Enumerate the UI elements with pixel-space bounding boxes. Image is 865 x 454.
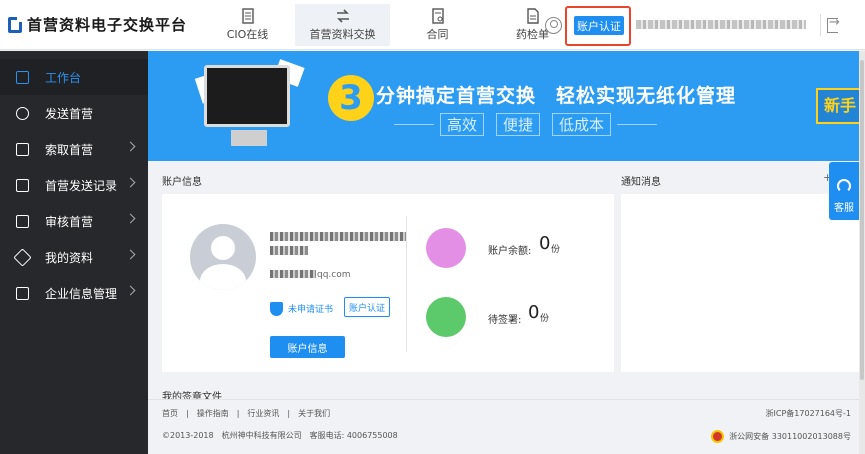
nav-cio-online[interactable]: CIO在线 — [200, 4, 295, 46]
sidebar: 工作台 发送首营 索取首营 首营发送记录 审核首营 我的资料 企业信息管理 — [0, 51, 148, 454]
sidebar-item-send[interactable]: 发送首营 — [0, 95, 148, 131]
sign-document-icon — [426, 297, 466, 337]
banner-tag: 低成本 — [552, 113, 612, 136]
banner-tag: 高效 — [440, 113, 485, 136]
footer-police[interactable]: 浙公网安备 33011002013088号 — [711, 430, 851, 443]
report-icon — [526, 8, 539, 24]
blurred-company-name — [270, 246, 308, 255]
chevron-right-icon — [125, 285, 136, 296]
divider — [406, 216, 407, 352]
beginner-guide-button[interactable]: 新手 — [816, 88, 865, 124]
banner-number: 3 — [328, 75, 374, 121]
chevron-right-icon — [125, 249, 136, 260]
sidebar-item-label: 发送首营 — [45, 106, 94, 121]
pending-value: 0 — [528, 302, 540, 323]
swap-icon — [336, 9, 349, 23]
balance-unit: 份 — [551, 245, 561, 255]
headset-icon — [837, 179, 851, 193]
sidebar-item-label: 首营发送记录 — [45, 178, 118, 193]
customer-service-button[interactable]: 客服 — [829, 162, 859, 220]
logo-icon — [8, 15, 23, 33]
request-icon — [16, 142, 29, 156]
balance-label: 账户余额: — [488, 246, 532, 257]
account-section-title: 账户信息 — [162, 177, 202, 188]
police-emblem-icon — [711, 430, 725, 443]
customer-service-label: 客服 — [834, 203, 854, 214]
chevron-right-icon — [125, 213, 136, 224]
sidebar-item-request[interactable]: 索取首营 — [0, 131, 148, 167]
document-icon — [241, 8, 254, 24]
email-domain: qq.com — [317, 270, 351, 280]
notice-section-title: 通知消息 — [621, 177, 661, 188]
nav-label: 合同 — [426, 28, 449, 41]
monitor-graphic — [204, 65, 290, 146]
account-verify-button[interactable]: 账户认证 — [574, 16, 624, 35]
avatar — [190, 224, 256, 290]
refresh-icon — [16, 106, 29, 120]
footer-police-text: 浙公网安备 33011002013088号 — [729, 432, 851, 441]
blurred-email — [270, 270, 316, 278]
certificate-status: 未申请证书 — [288, 305, 334, 315]
banner-tagline: 高效 便捷 低成本 — [394, 113, 658, 136]
banner-tag: 便捷 — [496, 113, 541, 136]
footer: 首页 | 操作指南 | 行业资讯 | 关于我们 ©2013-2018 杭州神中科… — [148, 399, 865, 454]
banner-title: 分钟搞定首营交换 轻松实现无纸化管理 — [376, 85, 737, 107]
sidebar-item-label: 审核首营 — [45, 214, 94, 229]
chevron-right-icon — [125, 177, 136, 188]
nav-first-exchange[interactable]: 首营资料交换 — [295, 4, 390, 46]
clipboard-check-icon — [16, 214, 29, 228]
logo[interactable]: 首营资料电子交换平台 — [8, 14, 187, 35]
nav-label: 首营资料交换 — [309, 28, 376, 41]
building-icon — [16, 286, 29, 300]
sidebar-item-company-info[interactable]: 企业信息管理 — [0, 275, 148, 311]
sidebar-item-send-records[interactable]: 首营发送记录 — [0, 167, 148, 203]
nav-label: 药检单 — [516, 28, 549, 41]
blurred-company-name — [636, 20, 806, 29]
account-verify-button[interactable]: 账户认证 — [344, 297, 390, 317]
footer-copyright: ©2013-2018 杭州神中科技有限公司 客服电话: 4006755008 — [162, 431, 398, 440]
account-card: qq.com 未申请证书 账户认证 账户信息 账户余额: 0 份 待签署: 0 … — [162, 194, 614, 372]
nav-label: CIO在线 — [226, 28, 269, 41]
shield-check-icon — [270, 302, 283, 316]
home-icon — [16, 70, 29, 84]
scrollbar-thumb[interactable] — [860, 60, 864, 380]
sidebar-item-review[interactable]: 审核首营 — [0, 203, 148, 239]
logout-icon[interactable] — [820, 14, 842, 36]
sidebar-item-workbench[interactable]: 工作台 — [0, 59, 148, 95]
notice-card — [621, 194, 859, 372]
logo-text: 首营资料电子交换平台 — [27, 16, 188, 34]
sidebar-item-label: 索取首营 — [45, 142, 94, 157]
footer-links[interactable]: 首页 | 操作指南 | 行业资讯 | 关于我们 — [162, 408, 330, 419]
pending-label: 待签署: — [488, 315, 522, 326]
contract-icon — [431, 8, 444, 24]
account-info-button[interactable]: 账户信息 — [270, 336, 345, 358]
sidebar-item-label: 企业信息管理 — [45, 286, 118, 301]
promo-banner[interactable]: 3 分钟搞定首营交换 轻松实现无纸化管理 高效 便捷 低成本 新手 — [148, 51, 865, 161]
sidebar-item-my-materials[interactable]: 我的资料 — [0, 239, 148, 275]
sidebar-item-label: 工作台 — [45, 70, 82, 85]
money-bag-icon — [426, 228, 466, 268]
chevron-right-icon — [125, 141, 136, 152]
sidebar-item-label: 我的资料 — [45, 250, 94, 265]
pending-unit: 份 — [540, 314, 550, 324]
top-header: 首营资料电子交换平台 CIO在线 首营资料交换 合同 药检单 账户认证 — [0, 0, 865, 50]
layers-icon — [13, 247, 32, 267]
nav-contract[interactable]: 合同 — [390, 4, 485, 46]
blurred-company-name — [270, 232, 406, 241]
footer-icp[interactable]: 浙ICP备17027164号-1 — [766, 408, 851, 419]
user-icon[interactable] — [545, 17, 562, 34]
clipboard-icon — [16, 178, 29, 192]
balance-value: 0 — [539, 233, 551, 254]
top-nav: CIO在线 首营资料交换 合同 药检单 — [200, 4, 580, 46]
